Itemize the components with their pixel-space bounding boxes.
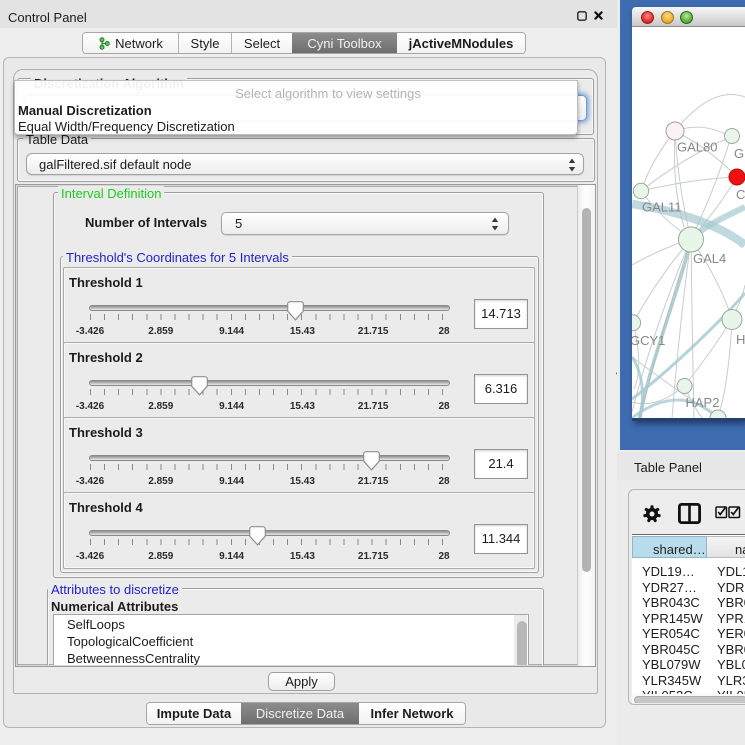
svg-text:GAL4: GAL4 <box>693 251 726 266</box>
svg-text:C: C <box>736 187 745 202</box>
svg-text:H: H <box>736 332 745 347</box>
svg-text:G…: G… <box>734 146 745 161</box>
svg-text:HAP2: HAP2 <box>686 395 720 410</box>
svg-text:GAL11: GAL11 <box>642 200 682 215</box>
svg-text:GCY1: GCY1 <box>632 333 665 348</box>
svg-text:GAL80: GAL80 <box>677 140 717 155</box>
